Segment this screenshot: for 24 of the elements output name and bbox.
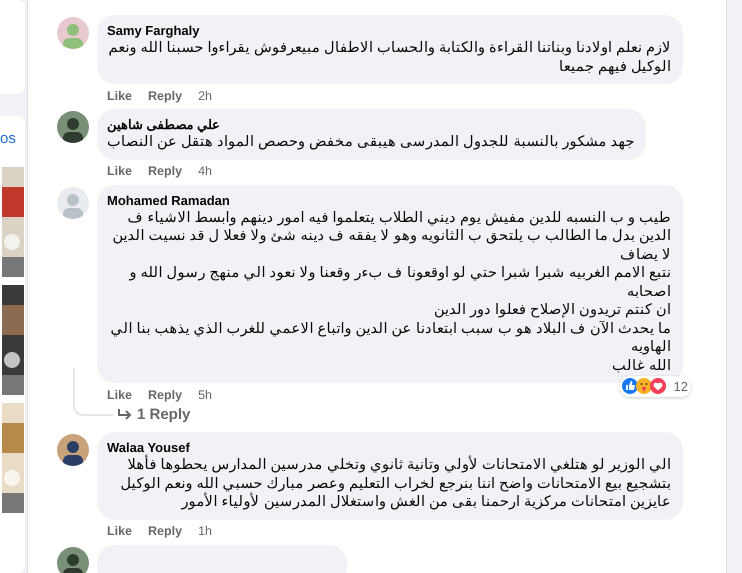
comment-text: طيب و ب النسبه للدين مفيش يوم ديني الطلاب يتعلموا فيه امور دينهم وابسط الاشياء ف الدين بدل ما الطالب ب يلتحق ب الثانويه وهو لا يفقه ف دينه شئ ولا فعلا ل قد نسيت الدين لا يضاف نتبع الامم الغربيه شبرا شبرا حتي لو اوقعونا ف بءر وقعنا ولا نعود الي منهج رسول الله و اصحابه ان كنتم تريدون الإصلاح فعلوا دور الدين ما يحدث الآن ف البلاد هو ب سبب ابتعادنا عن الدين واتباع الاعمي للغرب الذي يذهب بنا الي الهاويه الله غالب [110, 208, 671, 375]
view-replies-link[interactable]: 1 Reply [117, 404, 190, 426]
comment-text: جهد مشكور بالنسبة للجدول المدرسى هيبقى مخفض وحصص المواد هتقل عن النصاب [107, 133, 634, 152]
reply-link[interactable]: Reply [148, 162, 182, 181]
like-link[interactable]: Like [107, 386, 132, 404]
reply-link[interactable]: Reply [148, 386, 182, 404]
timestamp[interactable]: 4h [198, 162, 212, 181]
link[interactable]: os [0, 128, 25, 151]
author-name[interactable]: Samy Farghaly [107, 22, 200, 39]
like-link[interactable]: Like [107, 86, 132, 106]
reaction-count: 12 [674, 378, 688, 396]
like-link[interactable]: Like [107, 522, 132, 541]
reply-link[interactable]: Reply [148, 86, 182, 106]
timestamp[interactable]: 1h [198, 522, 212, 541]
timestamp[interactable]: 5h [198, 386, 212, 404]
comment-text: الي الوزير لو هتلغي الامتحانات لأولي وتانية ثانوي وتخلي مدرسين المدارس يحطوها فأهلا بتشجيع بيع الامتحانات واضح اننا بنرجع لخراب التعليم وعصر مبارك حسبي الله ونعم الوكيل عايزين امتحانات مركزية ارحمنا بقى من الغش واستغلال المدرسين لأولياء الأمور [107, 456, 671, 512]
like-link[interactable]: Like [107, 162, 132, 181]
comment-text: لازم نعلم اولادنا وبناتنا القراءة والكتابة والحساب الاطفال مبيعرفوش يقراءوا حسبنا الله ونعم الوكيل فيهم جميعا [108, 39, 671, 76]
author-name[interactable]: Mohamed Ramadan [107, 192, 230, 208]
timestamp[interactable]: 2h [198, 86, 212, 106]
author-name[interactable]: Walaa Yousef [107, 439, 190, 456]
reply-link[interactable]: Reply [148, 522, 182, 541]
reaction-summary[interactable]: 12 [620, 376, 691, 397]
author-name[interactable]: علي مصطفى شاهين [107, 116, 220, 133]
